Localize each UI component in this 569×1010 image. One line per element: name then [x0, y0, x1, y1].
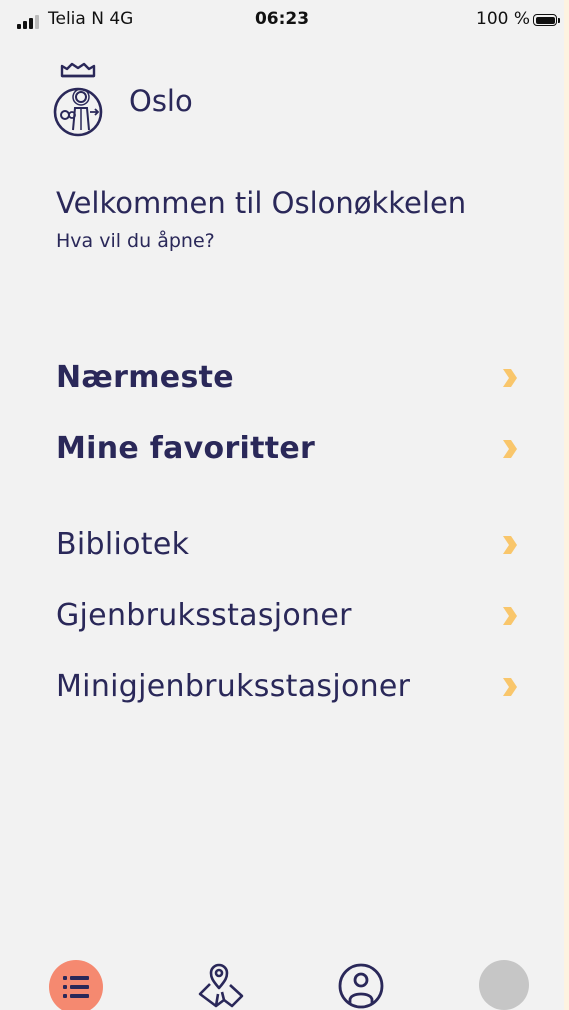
- menu-item-bibliotek[interactable]: Bibliotek: [56, 523, 526, 569]
- menu-item-label: Bibliotek: [56, 527, 190, 562]
- menu-item-label: Mine favoritter: [56, 431, 316, 466]
- menu-item-gjenbruksstasjoner[interactable]: Gjenbruksstasjoner: [56, 594, 526, 640]
- chevron-right-icon: [503, 440, 517, 458]
- tab-map[interactable]: [196, 960, 246, 1010]
- menu-item-naermeste[interactable]: Nærmeste: [56, 356, 526, 402]
- welcome-title: Velkommen til Oslonøkkelen: [56, 186, 467, 220]
- map-pin-icon: [198, 963, 244, 1008]
- battery-percent: 100 %: [476, 9, 531, 29]
- menu-item-label: Nærmeste: [56, 360, 234, 395]
- app-screen: Telia N 4G 06:23 100 % Oslo Velkommen ti…: [0, 0, 564, 1010]
- status-bar: Telia N 4G 06:23 100 %: [0, 0, 564, 44]
- chevron-right-icon: [503, 536, 517, 554]
- brand-name: Oslo: [129, 84, 193, 118]
- welcome-subtitle: Hva vil du åpne?: [56, 230, 215, 252]
- battery-tip: [558, 18, 560, 23]
- oslo-city-seal-icon: [53, 62, 103, 137]
- avatar[interactable]: [479, 960, 529, 1010]
- menu-item-mine-favoritter[interactable]: Mine favoritter: [56, 427, 526, 473]
- menu-item-label: Minigjenbruksstasjoner: [56, 669, 411, 704]
- tab-list[interactable]: [49, 960, 103, 1010]
- list-icon: [63, 976, 89, 998]
- profile-icon: [338, 963, 384, 1009]
- menu-item-minigjenbruksstasjoner[interactable]: Minigjenbruksstasjoner: [56, 665, 526, 711]
- tab-profile[interactable]: [337, 962, 385, 1010]
- chevron-right-icon: [503, 369, 517, 387]
- battery-icon: [533, 14, 557, 26]
- chevron-right-icon: [503, 678, 517, 696]
- chevron-right-icon: [503, 607, 517, 625]
- menu-item-label: Gjenbruksstasjoner: [56, 598, 352, 633]
